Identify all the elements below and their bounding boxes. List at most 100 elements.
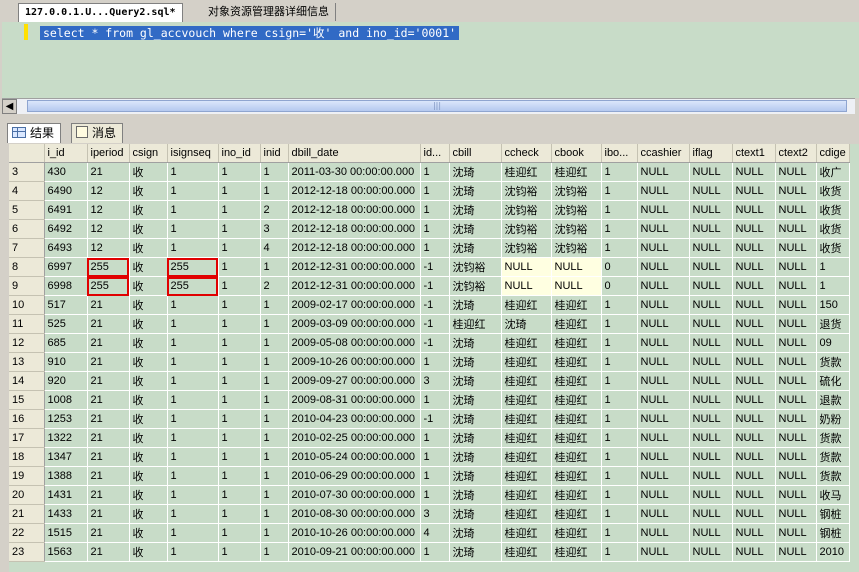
table-cell[interactable]: 退货 [816, 314, 850, 334]
table-cell[interactable]: NULL [775, 162, 817, 182]
table-cell[interactable]: 2 [260, 276, 289, 296]
table-cell[interactable]: NULL [689, 390, 733, 410]
table-cell[interactable]: 1 [167, 523, 219, 543]
table-cell[interactable]: 6491 [44, 200, 88, 220]
table-cell[interactable]: 1 [218, 447, 261, 467]
table-cell[interactable]: NULL [775, 181, 817, 201]
table-cell[interactable]: 收 [129, 466, 168, 486]
table-cell[interactable]: NULL [775, 390, 817, 410]
table-cell[interactable]: NULL [732, 485, 776, 505]
table-cell[interactable]: 21 [87, 162, 130, 182]
table-cell[interactable]: 1 [260, 257, 289, 277]
table-cell[interactable]: 桂迎红 [551, 314, 602, 334]
table-cell[interactable]: NULL [775, 523, 817, 543]
table-cell[interactable]: 1 [601, 466, 638, 486]
table-cell[interactable]: NULL [732, 333, 776, 353]
row-number[interactable]: 13 [9, 352, 45, 372]
table-cell[interactable]: 1 [218, 371, 261, 391]
table-cell[interactable]: 1 [601, 409, 638, 429]
table-cell[interactable]: 1 [167, 542, 219, 562]
scrollbar-thumb[interactable]: ||| [27, 100, 847, 112]
table-row[interactable]: 12 685 21 收 1 1 1 2009-05-08 00:00:00.000 -1 沈琦 桂迎… [9, 333, 850, 353]
table-cell[interactable]: 1 [260, 447, 289, 467]
table-cell[interactable]: NULL [732, 162, 776, 182]
table-cell[interactable]: 沈琦 [449, 333, 502, 353]
column-header[interactable]: dbill_date [288, 144, 421, 163]
table-cell[interactable]: 沈琦 [449, 352, 502, 372]
table-cell[interactable]: NULL [775, 333, 817, 353]
table-cell[interactable]: 21 [87, 466, 130, 486]
table-cell[interactable]: NULL [732, 542, 776, 562]
table-cell[interactable]: 2012-12-18 00:00:00.000 [288, 238, 421, 258]
table-cell[interactable]: 0 [601, 276, 638, 296]
table-cell[interactable]: 收 [129, 200, 168, 220]
table-cell[interactable]: 1 [218, 466, 261, 486]
table-cell[interactable]: 沈琦 [449, 200, 502, 220]
table-row[interactable]: 3 430 21 收 1 1 1 2011-03-30 00:00:00.000 1 沈琦 桂迎红桂… [9, 162, 850, 182]
table-cell[interactable]: 2009-02-17 00:00:00.000 [288, 295, 421, 315]
table-cell[interactable]: NULL [637, 295, 690, 315]
table-cell[interactable]: 1 [218, 333, 261, 353]
table-cell[interactable]: NULL [689, 314, 733, 334]
table-cell[interactable]: NULL [775, 447, 817, 467]
table-cell[interactable]: 沈钧裕 [501, 200, 552, 220]
table-cell[interactable]: NULL [689, 504, 733, 524]
table-cell[interactable]: 21 [87, 523, 130, 543]
table-cell[interactable]: 沈琦 [449, 428, 502, 448]
table-cell[interactable]: 21 [87, 333, 130, 353]
table-cell[interactable]: 2009-08-31 00:00:00.000 [288, 390, 421, 410]
table-cell[interactable]: 收 [129, 428, 168, 448]
table-cell[interactable]: NULL [637, 485, 690, 505]
table-cell[interactable]: 21 [87, 447, 130, 467]
table-cell[interactable]: 1 [167, 200, 219, 220]
table-cell[interactable]: 桂迎红 [501, 390, 552, 410]
row-number[interactable]: 19 [9, 466, 45, 486]
table-cell[interactable]: 1 [601, 219, 638, 239]
table-cell[interactable]: 收 [129, 333, 168, 353]
table-cell[interactable]: 1 [167, 390, 219, 410]
table-cell[interactable]: NULL [732, 276, 776, 296]
table-row[interactable]: 21 1433 21 收 1 1 1 2010-08-30 00:00:00.000 3 沈琦 桂迎… [9, 504, 850, 524]
table-cell[interactable]: NULL [775, 352, 817, 372]
table-cell[interactable]: 2010-02-25 00:00:00.000 [288, 428, 421, 448]
table-cell[interactable]: 1 [218, 314, 261, 334]
table-cell[interactable]: 桂迎红 [551, 485, 602, 505]
table-cell[interactable]: 沈钧裕 [551, 200, 602, 220]
table-cell[interactable]: 桂迎红 [501, 542, 552, 562]
table-cell[interactable]: 2009-03-09 00:00:00.000 [288, 314, 421, 334]
table-cell[interactable]: 1 [260, 181, 289, 201]
table-cell[interactable]: 1 [218, 295, 261, 315]
table-cell[interactable]: 1 [167, 219, 219, 239]
table-row[interactable]: 5 6491 12 收 1 1 2 2012-12-18 00:00:00.000 1 沈琦 沈钧裕… [9, 200, 850, 220]
table-cell[interactable]: 1 [167, 428, 219, 448]
table-cell[interactable]: 21 [87, 371, 130, 391]
table-row[interactable]: 7 6493 12 收 1 1 4 2012-12-18 00:00:00.000 1 沈琦 沈钧裕… [9, 238, 850, 258]
table-cell[interactable]: 2010-07-30 00:00:00.000 [288, 485, 421, 505]
table-cell[interactable]: 1 [420, 485, 450, 505]
table-cell[interactable]: 2009-10-26 00:00:00.000 [288, 352, 421, 372]
row-number[interactable]: 21 [9, 504, 45, 524]
table-cell[interactable]: 920 [44, 371, 88, 391]
table-cell[interactable]: 沈琦 [449, 466, 502, 486]
table-cell[interactable]: NULL [775, 409, 817, 429]
table-row[interactable]: 15 1008 21 收 1 1 1 2009-08-31 00:00:00.000 1 沈琦 桂迎… [9, 390, 850, 410]
table-cell[interactable]: NULL [732, 504, 776, 524]
table-cell[interactable]: 1 [218, 542, 261, 562]
table-cell[interactable]: 1 [167, 504, 219, 524]
table-cell[interactable]: NULL [689, 485, 733, 505]
table-cell[interactable]: 桂迎红 [551, 333, 602, 353]
table-row[interactable]: 6 6492 12 收 1 1 3 2012-12-18 00:00:00.000 1 沈琦 沈钧裕… [9, 219, 850, 239]
table-cell[interactable]: NULL [637, 466, 690, 486]
table-cell[interactable]: 沈琦 [449, 523, 502, 543]
table-cell[interactable]: 1 [218, 409, 261, 429]
table-cell[interactable]: 收 [129, 257, 168, 277]
table-cell[interactable]: 1 [601, 371, 638, 391]
column-header[interactable]: ctext1 [732, 144, 776, 163]
table-cell[interactable]: 255 [167, 276, 219, 296]
table-cell[interactable]: NULL [637, 447, 690, 467]
table-cell[interactable]: 21 [87, 542, 130, 562]
table-cell[interactable]: 收货 [816, 181, 850, 201]
table-cell[interactable]: 1 [260, 523, 289, 543]
table-cell[interactable]: 21 [87, 409, 130, 429]
table-cell[interactable]: 1347 [44, 447, 88, 467]
